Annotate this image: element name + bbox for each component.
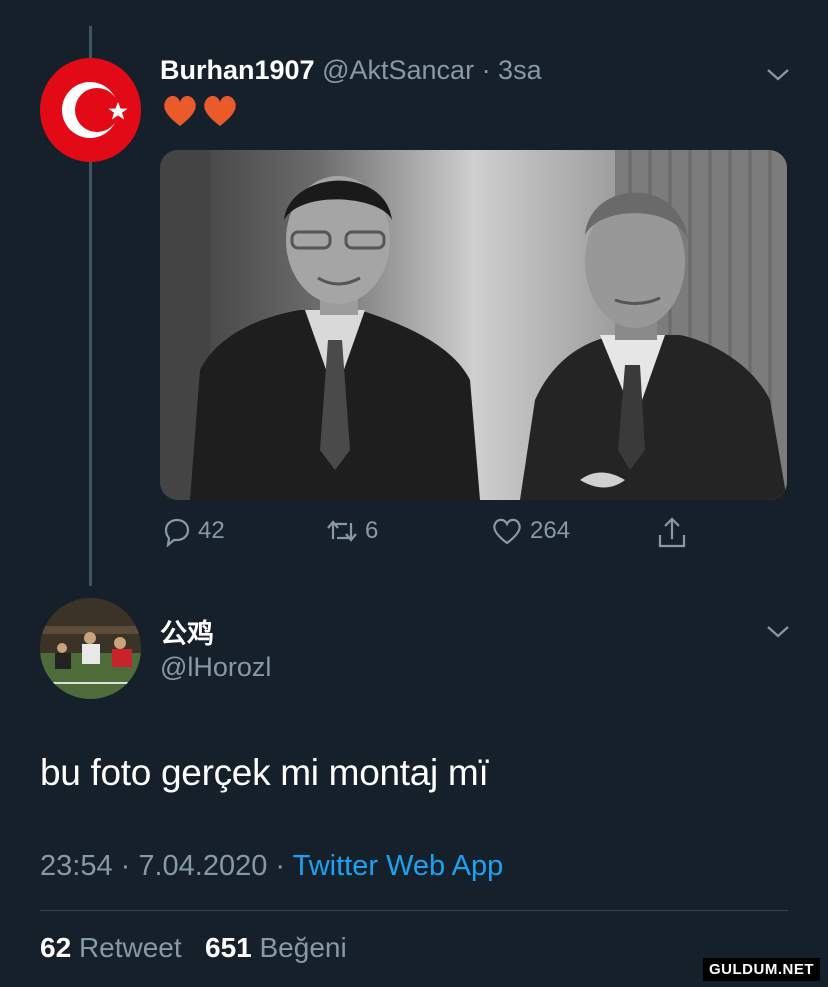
share-icon bbox=[658, 517, 686, 548]
retweet-icon bbox=[327, 520, 357, 542]
retweets-stat[interactable]: 62 Retweet bbox=[40, 932, 189, 963]
reply-text: bu foto gerçek mi montaj mï bbox=[40, 752, 489, 793]
like-total: 651 bbox=[205, 932, 252, 963]
retweet-total: 62 bbox=[40, 932, 72, 963]
tweet-photo[interactable] bbox=[160, 150, 787, 500]
reply-button[interactable]: 42 bbox=[160, 515, 225, 547]
watermark: GULDUM.NET bbox=[703, 958, 820, 981]
like-button[interactable]: 264 bbox=[490, 515, 570, 547]
engagement-stats: 62 Retweet 651 Beğeni bbox=[40, 932, 347, 964]
timestamp: 23:54 · 7.04.2020 · bbox=[40, 850, 293, 882]
photo-illustration bbox=[160, 150, 787, 500]
heart-icon bbox=[493, 518, 521, 545]
tweet-actions: 42 6 264 bbox=[160, 515, 700, 555]
retweet-count: 6 bbox=[365, 517, 379, 544]
heart-emoji-2 bbox=[204, 96, 236, 126]
tweet-header: Burhan1907 @AktSancar · 3sa bbox=[160, 55, 542, 86]
avatar-reply-user[interactable] bbox=[40, 598, 141, 699]
display-name[interactable]: Burhan1907 bbox=[160, 55, 315, 85]
source-app-link[interactable]: Twitter Web App bbox=[293, 850, 504, 882]
divider bbox=[40, 910, 788, 911]
like-count: 264 bbox=[530, 517, 571, 544]
like-label: Beğeni bbox=[259, 932, 347, 963]
heart-emoji-1 bbox=[164, 96, 196, 126]
chevron-down-icon[interactable] bbox=[764, 60, 792, 88]
reply-icon bbox=[164, 518, 190, 547]
hearts-emoji bbox=[164, 96, 236, 126]
avatar-photo bbox=[40, 598, 141, 699]
handle-and-time[interactable]: @AktSancar · 3sa bbox=[322, 55, 542, 85]
share-button[interactable] bbox=[655, 515, 689, 551]
reply-display-name[interactable]: 公鸡 bbox=[160, 612, 214, 651]
reply-count: 42 bbox=[198, 517, 225, 544]
chevron-down-icon[interactable] bbox=[764, 617, 792, 645]
likes-stat[interactable]: 651 Beğeni bbox=[205, 932, 347, 963]
retweet-label: Retweet bbox=[78, 932, 182, 963]
tweet-meta: 23:54 · 7.04.2020 · Twitter Web App bbox=[40, 850, 503, 883]
avatar-turkish-flag-icon[interactable] bbox=[40, 58, 141, 162]
reply-handle[interactable]: @lHorozl bbox=[160, 652, 271, 683]
retweet-button[interactable]: 6 bbox=[325, 515, 378, 547]
turkish-flag-icon bbox=[62, 82, 128, 138]
